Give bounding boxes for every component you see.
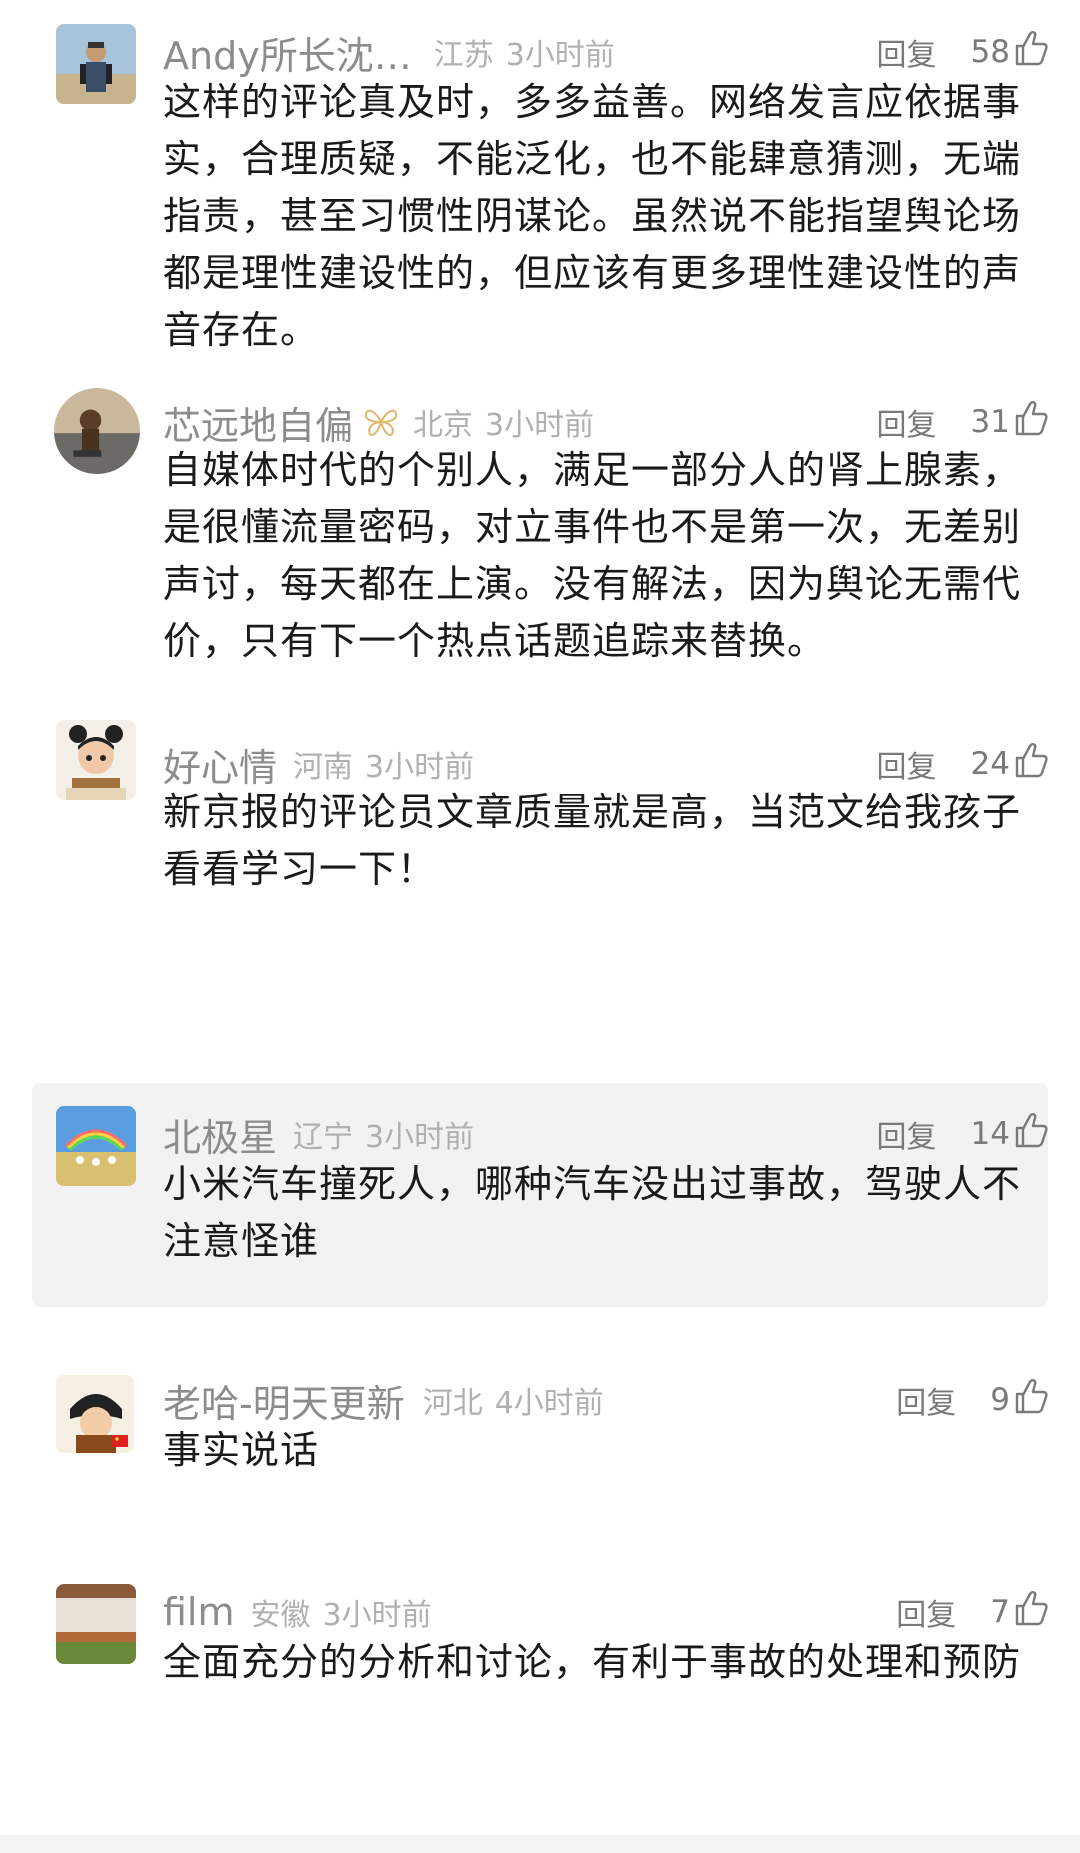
reply-button[interactable]: 回复 (896, 1590, 956, 1634)
like-count: 7 (990, 1594, 1010, 1630)
avatar[interactable] (56, 720, 136, 800)
man-outdoors-photo (56, 24, 136, 104)
children-field-photo (56, 1106, 136, 1186)
user-name[interactable]: film (163, 1590, 235, 1634)
comment-time: 3小时前 (365, 1120, 475, 1155)
comment-meta: film 安徽 3小时前 回复 7 (163, 1582, 1048, 1642)
comment-meta: 老哈-明天更新 河北 4小时前 回复 9 (163, 1370, 1048, 1430)
cartoon-boy-avatar (56, 1375, 134, 1453)
thumbs-up-icon[interactable] (1014, 742, 1048, 778)
like-count: 31 (970, 404, 1010, 440)
landscape-photo (56, 1584, 136, 1664)
comment-time: 3小时前 (505, 38, 615, 73)
thumbs-up-icon[interactable] (1014, 1378, 1048, 1414)
comment-item: 好心情 河南 3小时前 回复 24 新京报的评论员文章质量就是高，当范文给我孩子… (0, 700, 1080, 1085)
comment-text: 这样的评论真及时，多多益善。网络发言应依据事实，合理质疑，不能泛化，也不能肆意猜… (163, 80, 1022, 352)
avatar[interactable] (56, 1584, 136, 1664)
user-name[interactable]: 北极星 (163, 1107, 277, 1162)
comment-item: film 安徽 3小时前 回复 7 全面充分的分析和讨论，有利于事故的处理和预防 (0, 1570, 1080, 1835)
comment-meta: Andy所长沈… 江苏 3小时前 回复 58 (163, 22, 1048, 82)
avatar[interactable] (56, 24, 136, 104)
avatar[interactable] (56, 1375, 134, 1453)
thumbs-up-icon[interactable] (1014, 1112, 1048, 1148)
comment-text: 小米汽车撞死人，哪种汽车没出过事故，驾驶人不注意怪谁 (163, 1162, 1022, 1263)
user-location: 辽宁 (293, 1120, 354, 1155)
comment-time: 4小时前 (494, 1386, 604, 1421)
user-location: 江苏 (433, 38, 494, 73)
reply-button[interactable]: 回复 (877, 400, 937, 444)
avatar[interactable] (54, 388, 140, 474)
comment-item: 芯远地自偏 北京 3小时前 回复 31 自媒体时代的个别人，满足一部分人的肾上腺… (0, 380, 1080, 700)
comment-item: 老哈-明天更新 河北 4小时前 回复 9 事实说话 (0, 1350, 1080, 1560)
thumbs-up-icon[interactable] (1014, 30, 1048, 66)
user-name[interactable]: Andy所长沈… (163, 25, 412, 80)
thumbs-up-icon[interactable] (1014, 1590, 1048, 1626)
user-location: 河南 (293, 750, 354, 785)
user-name[interactable]: 老哈-明天更新 (163, 1373, 405, 1428)
comment-text: 新京报的评论员文章质量就是高，当范文给我孩子看看学习一下！ (163, 790, 1022, 891)
bottom-divider (0, 1835, 1080, 1853)
comment-meta: 北极星 辽宁 3小时前 回复 14 (163, 1104, 1048, 1164)
comment-time: 3小时前 (322, 1598, 432, 1633)
reply-button[interactable]: 回复 (877, 742, 937, 786)
butterfly-badge-icon (365, 409, 398, 436)
reply-button[interactable]: 回复 (877, 1112, 937, 1156)
thumbs-up-icon[interactable] (1014, 400, 1048, 436)
like-count: 24 (970, 746, 1010, 782)
comment-time: 3小时前 (365, 750, 475, 785)
comment-text: 自媒体时代的个别人，满足一部分人的肾上腺素，是很懂流量密码，对立事件也不是第一次… (163, 448, 1022, 663)
like-count: 14 (970, 1116, 1010, 1152)
comment-item: Andy所长沈… 江苏 3小时前 回复 58 这样的评论真及时，多多益善。网络发… (0, 0, 1080, 380)
reply-button[interactable]: 回复 (896, 1378, 956, 1422)
like-count: 58 (970, 34, 1010, 70)
cartoon-girl-avatar (56, 720, 136, 800)
comment-time: 3小时前 (485, 408, 595, 443)
avatar[interactable] (56, 1106, 136, 1186)
comment-text: 事实说话 (163, 1428, 320, 1472)
user-location: 北京 (413, 408, 474, 443)
comment-text: 全面充分的分析和讨论，有利于事故的处理和预防 (163, 1640, 1022, 1684)
user-location: 河北 (422, 1386, 483, 1421)
like-count: 9 (990, 1382, 1010, 1418)
user-location: 安徽 (250, 1598, 311, 1633)
reply-button[interactable]: 回复 (877, 30, 937, 74)
comment-item: 北极星 辽宁 3小时前 回复 14 小米汽车撞死人，哪种汽车没出过事故，驾驶人不… (0, 1083, 1080, 1307)
monkey-road-photo (54, 388, 140, 474)
